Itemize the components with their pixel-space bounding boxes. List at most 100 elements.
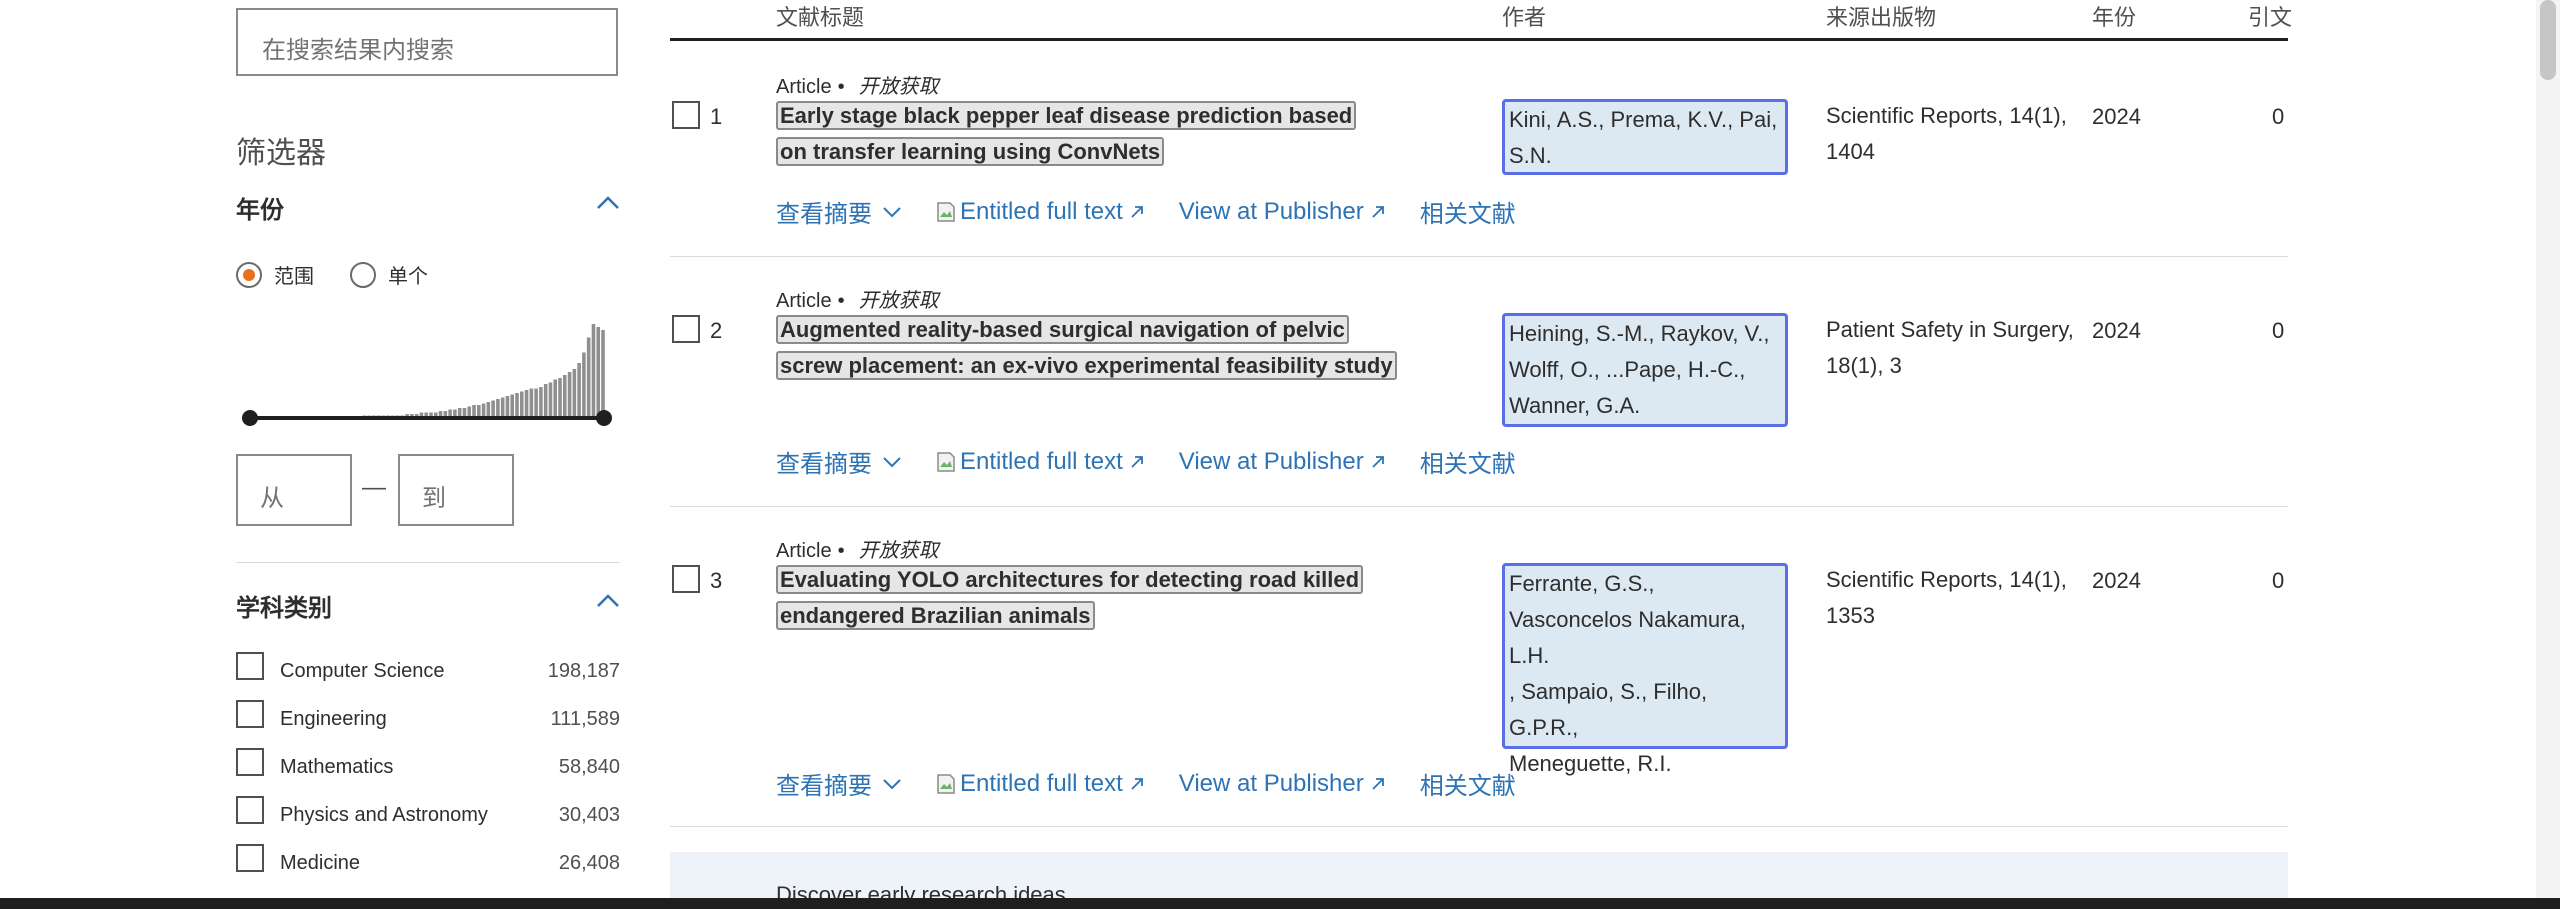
full-text-label: Entitled full text [960, 197, 1123, 225]
scrollbar-thumb[interactable] [2540, 0, 2556, 80]
result-title-link[interactable]: Evaluating YOLO architectures for detect… [776, 562, 1376, 634]
column-header-authors[interactable]: 作者 [1502, 0, 1546, 32]
year-facet-title: 年份 [236, 197, 284, 224]
histogram-bar [543, 384, 548, 420]
single-radio[interactable] [350, 261, 376, 288]
view-at-publisher-link[interactable]: View at Publisher [1179, 448, 1386, 476]
year-range-end-handle[interactable] [596, 410, 612, 426]
result-source[interactable]: Patient Safety in Surgery, 18(1), 3 [1826, 312, 2086, 384]
related-label: 相关文献 [1419, 201, 1516, 228]
result-title-text[interactable]: Augmented reality-based surgical navigat… [776, 315, 1397, 380]
full-text-label: Entitled full text [960, 769, 1123, 797]
result-checkbox[interactable] [672, 565, 700, 593]
entitled-full-text-link[interactable]: Entitled full text [936, 448, 1145, 476]
histogram-bar [582, 352, 586, 420]
subject-checkbox[interactable] [236, 796, 264, 824]
year-range-track[interactable] [250, 416, 604, 420]
subject-checkbox[interactable] [236, 748, 264, 776]
result-authors[interactable]: Heining, S.-M., Raykov, V., Wolff, O., .… [1502, 313, 1788, 427]
histogram-bar [548, 382, 553, 420]
histogram-bar [591, 324, 596, 420]
column-header-cited[interactable]: 引文 [2248, 0, 2292, 32]
publisher-label: View at Publisher [1178, 197, 1364, 225]
year-range-start-handle[interactable] [242, 410, 258, 426]
result-meta: Article • 开放获取 [776, 534, 939, 563]
result-title-link[interactable]: Augmented reality-based surgical navigat… [776, 312, 1406, 384]
header-rule [670, 38, 2288, 41]
publisher-label: View at Publisher [1178, 769, 1364, 797]
histogram-bar [577, 363, 581, 420]
view-abstract-button[interactable]: 查看摘要 [776, 194, 902, 229]
doc-type: Article [776, 540, 832, 562]
row-divider [670, 506, 2288, 507]
result-authors[interactable]: Kini, A.S., Prema, K.V., Pai, S.N. [1502, 99, 1788, 175]
subject-filter-item[interactable]: Medicine 26,408 [236, 844, 620, 878]
chevron-up-icon[interactable] [596, 594, 620, 608]
vertical-scrollbar[interactable] [2536, 0, 2560, 898]
year-facet-header[interactable]: 年份 [236, 190, 620, 225]
single-radio-label: 单个 [388, 266, 428, 288]
result-source[interactable]: Scientific Reports, 14(1), 1353 [1826, 562, 2086, 634]
year-to-input[interactable]: 到 [398, 454, 514, 526]
related-documents-link[interactable]: 相关文献 [1420, 444, 1516, 479]
subject-filter-item[interactable]: Engineering 111,589 [236, 700, 620, 734]
range-radio[interactable] [236, 261, 262, 288]
result-title-link[interactable]: Early stage black pepper leaf disease pr… [776, 98, 1376, 170]
author-line: Meneguette, R.I. [1509, 751, 1672, 776]
column-header-year[interactable]: 年份 [2092, 0, 2136, 32]
subject-label: Computer Science [280, 660, 445, 682]
external-link-icon [1372, 455, 1384, 468]
entitled-full-text-link[interactable]: Entitled full text [936, 770, 1145, 798]
column-header-source[interactable]: 来源出版物 [1826, 0, 1936, 32]
subject-filter-item[interactable]: Computer Science 198,187 [236, 652, 620, 686]
view-at-publisher-link[interactable]: View at Publisher [1179, 770, 1386, 798]
histogram-bar [558, 378, 562, 420]
result-year: 2024 [2092, 568, 2141, 593]
subject-checkbox[interactable] [236, 700, 264, 728]
chevron-down-icon [883, 778, 901, 789]
related-documents-link[interactable]: 相关文献 [1420, 194, 1516, 229]
open-access-label: 开放获取 [858, 76, 939, 98]
histogram-bar [563, 375, 567, 420]
year-histogram [262, 324, 605, 420]
subject-facet-header[interactable]: 学科类别 [236, 588, 620, 623]
view-at-publisher-link[interactable]: View at Publisher [1179, 198, 1386, 226]
result-cited-count[interactable]: 0 [2272, 568, 2284, 594]
result-title-text[interactable]: Evaluating YOLO architectures for detect… [776, 565, 1364, 630]
entitled-full-text-link[interactable]: Entitled full text [936, 198, 1145, 226]
related-documents-link[interactable]: 相关文献 [1420, 766, 1516, 801]
subject-count: 26,408 [558, 852, 620, 874]
result-actions: 查看摘要 Entitled full text View at Publishe… [776, 766, 1550, 801]
search-within-results-input[interactable]: 在搜索结果内搜索 [236, 8, 618, 76]
subject-checkbox[interactable] [236, 844, 264, 872]
result-actions: 查看摘要 Entitled full text View at Publishe… [776, 444, 1550, 479]
result-checkbox[interactable] [672, 101, 700, 129]
author-line: L.H. [1509, 643, 1550, 668]
result-meta: Article • 开放获取 [776, 70, 939, 99]
chevron-up-icon[interactable] [596, 196, 620, 210]
subject-count: 111,589 [550, 708, 620, 730]
external-link-icon [1372, 205, 1384, 218]
year-from-input[interactable]: 从 [236, 454, 352, 526]
author-line: , Sampaio, S., Filho, G.P.R., [1509, 679, 1708, 740]
subject-filter-item[interactable]: Mathematics 58,840 [236, 748, 620, 782]
subject-count: 58,840 [558, 756, 620, 778]
single-radio-option[interactable]: 单个 [350, 260, 428, 289]
meta-bullet: • [837, 540, 845, 562]
range-radio-label: 范围 [274, 266, 314, 288]
view-abstract-button[interactable]: 查看摘要 [776, 766, 902, 801]
view-abstract-button[interactable]: 查看摘要 [776, 444, 902, 479]
subject-checkbox[interactable] [236, 652, 264, 680]
result-cited-count[interactable]: 0 [2272, 318, 2284, 344]
view-abstract-label: 查看摘要 [776, 451, 872, 478]
result-title-text[interactable]: Early stage black pepper leaf disease pr… [776, 101, 1357, 166]
result-number: 2 [710, 318, 723, 343]
histogram-bar [572, 369, 577, 420]
result-authors[interactable]: Ferrante, G.S., Vasconcelos Nakamura, L.… [1502, 563, 1788, 776]
result-checkbox[interactable] [672, 315, 700, 343]
column-header-title[interactable]: 文献标题 [776, 0, 864, 32]
subject-filter-item[interactable]: Physics and Astronomy 30,403 [236, 796, 620, 830]
range-radio-option[interactable]: 范围 [236, 260, 314, 289]
result-source[interactable]: Scientific Reports, 14(1), 1404 [1826, 98, 2086, 170]
result-cited-count[interactable]: 0 [2272, 104, 2284, 130]
